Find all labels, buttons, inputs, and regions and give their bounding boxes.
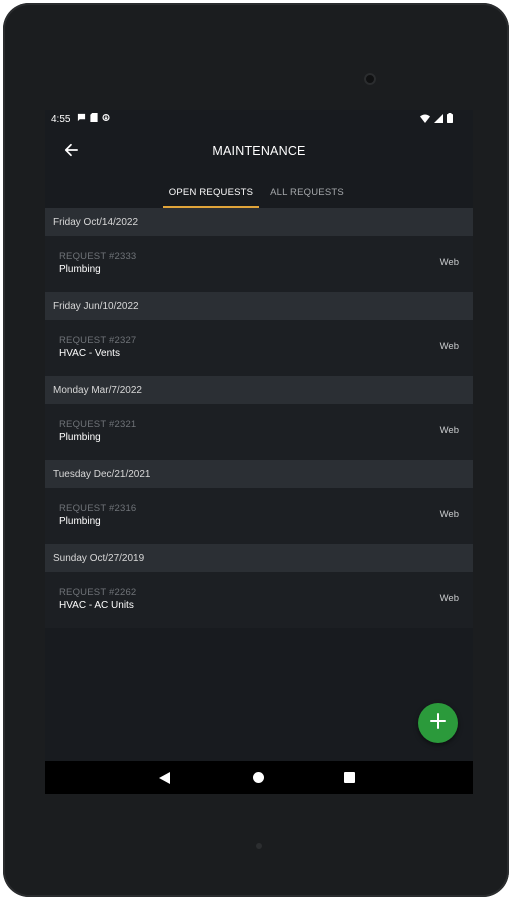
request-source: Web (439, 425, 459, 436)
request-item[interactable]: REQUEST #2321 Plumbing Web (45, 404, 473, 460)
device-sensor (256, 843, 262, 849)
battery-icon (447, 113, 453, 126)
request-number: REQUEST #2316 (59, 503, 137, 514)
nav-recents-icon[interactable] (344, 772, 355, 783)
tab-bar: OPEN REQUESTS ALL REQUESTS (45, 176, 473, 208)
request-source: Web (439, 341, 459, 352)
request-item[interactable]: REQUEST #2327 HVAC - Vents Web (45, 320, 473, 376)
request-source: Web (439, 509, 459, 520)
request-number: REQUEST #2262 (59, 587, 137, 598)
request-category: HVAC - AC Units (59, 600, 134, 611)
request-list: Friday Oct/14/2022 REQUEST #2333 Plumbin… (45, 208, 473, 628)
tab-all-requests[interactable]: ALL REQUESTS (261, 176, 353, 208)
date-header: Friday Oct/14/2022 (45, 208, 473, 236)
request-category: HVAC - Vents (59, 348, 120, 359)
request-item[interactable]: REQUEST #2262 HVAC - AC Units Web (45, 572, 473, 628)
page-title: MAINTENANCE (212, 144, 306, 158)
nav-home-icon[interactable] (253, 772, 264, 783)
date-header: Tuesday Dec/21/2021 (45, 460, 473, 488)
front-camera (364, 73, 376, 85)
download-icon (102, 113, 110, 125)
request-item[interactable]: REQUEST #2316 Plumbing Web (45, 488, 473, 544)
plus-icon (430, 712, 446, 734)
request-source: Web (439, 593, 459, 604)
request-number: REQUEST #2327 (59, 335, 137, 346)
request-number: REQUEST #2333 (59, 251, 137, 262)
date-header: Sunday Oct/27/2019 (45, 544, 473, 572)
signal-icon (434, 113, 443, 126)
tab-open-requests[interactable]: OPEN REQUESTS (163, 176, 259, 208)
app-screen: 4:55 MAINTENANCE OPEN REQUESTS ALL REQUE… (45, 110, 473, 794)
request-category: Plumbing (59, 264, 101, 275)
status-notification-icons (77, 113, 110, 125)
wifi-icon (420, 114, 430, 126)
date-header: Monday Mar/7/2022 (45, 376, 473, 404)
tablet-frame: 4:55 MAINTENANCE OPEN REQUESTS ALL REQUE… (3, 3, 509, 897)
app-bar: MAINTENANCE (45, 130, 473, 174)
status-time: 4:55 (51, 114, 71, 125)
system-nav-bar (45, 761, 473, 794)
request-source: Web (439, 257, 459, 268)
date-header: Friday Jun/10/2022 (45, 292, 473, 320)
nav-back-icon[interactable] (159, 771, 170, 789)
add-request-button[interactable] (418, 703, 458, 743)
status-bar: 4:55 (45, 110, 473, 130)
request-category: Plumbing (59, 516, 101, 527)
request-item[interactable]: REQUEST #2333 Plumbing Web (45, 236, 473, 292)
request-category: Plumbing (59, 432, 101, 443)
sd-card-icon (90, 113, 98, 125)
status-system-icons (420, 113, 453, 126)
request-number: REQUEST #2321 (59, 419, 137, 430)
chat-icon (77, 113, 86, 125)
